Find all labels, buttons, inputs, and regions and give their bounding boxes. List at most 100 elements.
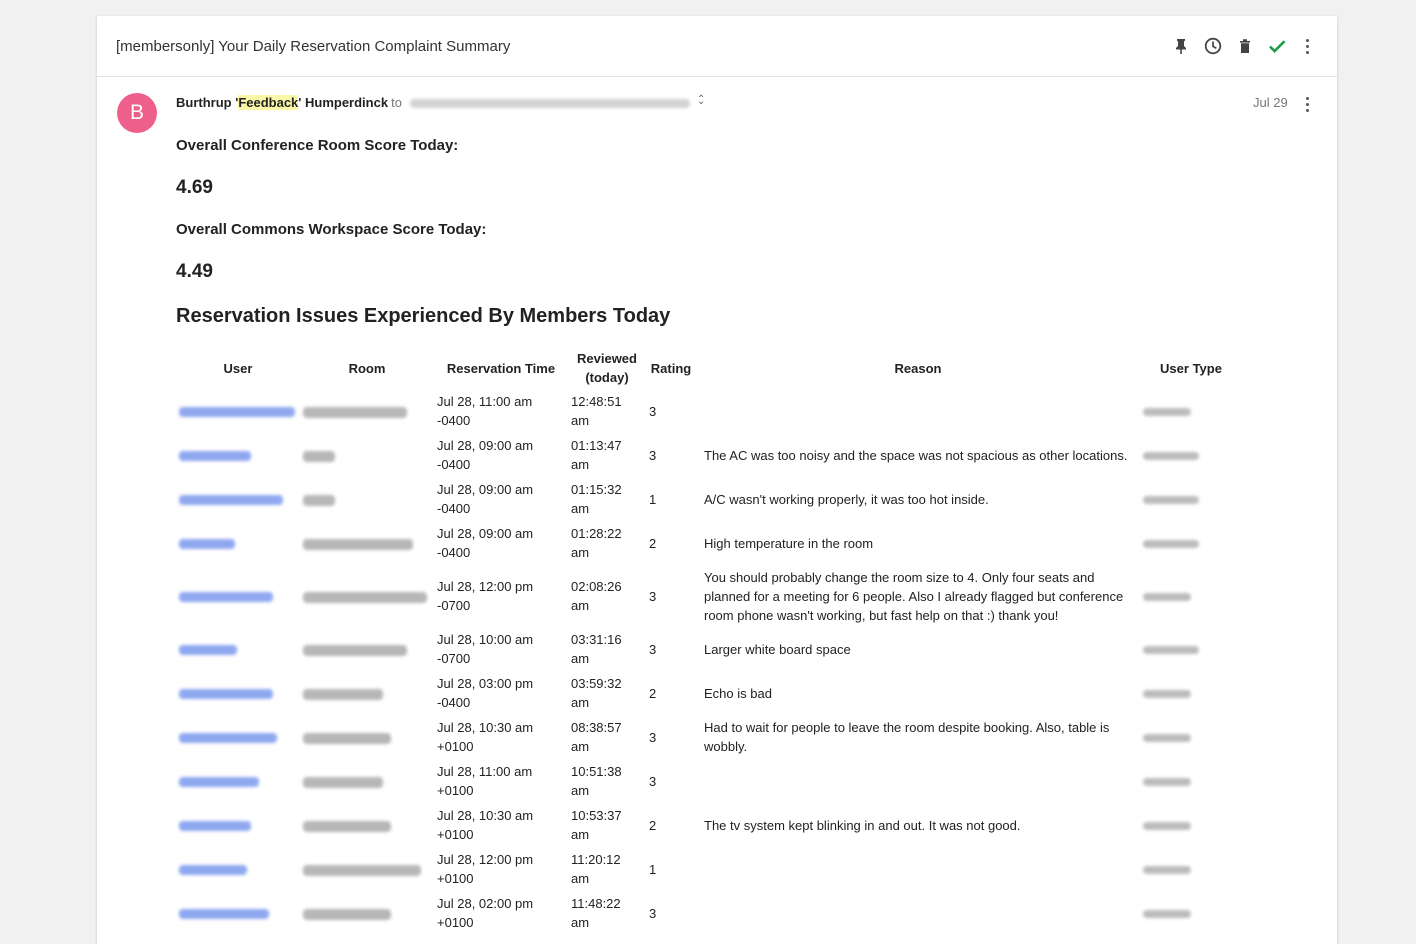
user-name-redacted	[179, 821, 251, 832]
user-link[interactable]	[176, 715, 300, 759]
user-link[interactable]	[176, 433, 300, 477]
user-type-redacted	[1143, 866, 1191, 875]
reviewed-time-cell: 01:15:32 am	[571, 482, 622, 516]
room-cell	[300, 477, 434, 521]
reservation-time-cell: Jul 28, 12:00 pm +0100	[437, 852, 534, 886]
more-vert-icon[interactable]	[1298, 36, 1318, 56]
check-icon[interactable]	[1267, 36, 1287, 56]
room-cell	[300, 847, 434, 891]
room-name-redacted	[303, 688, 383, 700]
reason-cell: You should probably change the room size…	[704, 569, 1124, 623]
user-type-redacted	[1143, 778, 1191, 787]
rating-cell: 1	[649, 491, 657, 507]
reason-cell	[696, 759, 1140, 803]
table-row: Jul 28, 12:00 pm +0100 11:20:12 am 1	[176, 847, 1242, 891]
room-cell	[300, 389, 434, 433]
room-name-redacted	[303, 450, 335, 462]
user-name-redacted	[179, 539, 235, 550]
reservation-time-cell: Jul 28, 09:00 am -0400	[437, 526, 534, 560]
col-header-user: User	[223, 360, 253, 376]
reason-cell: High temperature in the room	[704, 535, 874, 551]
clock-icon[interactable]	[1203, 36, 1223, 56]
user-link[interactable]	[176, 565, 300, 627]
email-card: [membersonly] Your Daily Reservation Com…	[97, 16, 1337, 944]
user-link[interactable]	[176, 803, 300, 847]
user-type-cell	[1140, 521, 1242, 565]
user-link[interactable]	[176, 891, 300, 935]
reservation-time-cell: Jul 28, 02:00 pm +0100	[437, 896, 534, 930]
user-type-cell	[1140, 627, 1242, 671]
reviewed-time-cell: 03:31:16 am	[571, 632, 622, 666]
table-row: Jul 28, 09:00 am -0400 01:28:22 am 2 High tem…	[176, 521, 1242, 565]
reviewed-time-cell: 12:48:51 am	[571, 394, 622, 428]
trash-icon[interactable]	[1235, 36, 1255, 56]
rating-cell: 3	[649, 588, 657, 604]
conference-score-value: 4.69	[176, 177, 213, 198]
user-name-redacted	[179, 865, 247, 876]
user-link[interactable]	[176, 477, 300, 521]
user-link[interactable]	[176, 521, 300, 565]
reason-cell: Echo is bad	[704, 685, 772, 701]
rating-cell: 2	[649, 685, 657, 701]
user-type-redacted	[1143, 690, 1191, 699]
table-row: Jul 28, 10:30 am +0100 10:53:37 am 2 The tv s…	[176, 803, 1242, 847]
highlighted-keyword: Feedback	[238, 95, 299, 110]
rating-cell: 3	[649, 905, 657, 921]
user-link[interactable]	[176, 759, 300, 803]
user-type-cell	[1140, 803, 1242, 847]
user-type-cell	[1140, 565, 1242, 627]
conference-score-label: Overall Conference Room Score Today:	[176, 137, 459, 154]
col-header-reason: Reason	[894, 360, 942, 376]
sender-name[interactable]: Burthrup 'Feedback' Humperdinck	[176, 95, 388, 110]
room-name-redacted	[303, 406, 407, 418]
reservation-time-cell: Jul 28, 09:00 am -0400	[437, 438, 534, 472]
reservation-time-cell: Jul 28, 11:00 am -0400	[437, 394, 533, 428]
user-link[interactable]	[176, 389, 300, 433]
user-link[interactable]	[176, 627, 300, 671]
user-type-redacted	[1143, 910, 1191, 919]
room-cell	[300, 715, 434, 759]
message-more-icon[interactable]	[1298, 94, 1318, 114]
room-cell	[300, 671, 434, 715]
reason-cell	[696, 389, 1140, 433]
user-name-redacted	[179, 407, 295, 418]
reservation-time-cell: Jul 28, 09:00 am -0400	[437, 482, 534, 516]
email-date: Jul 29	[1253, 95, 1288, 110]
issues-table: User Room Reservation Time Reviewed (toda…	[176, 347, 1242, 935]
reason-cell	[696, 891, 1140, 935]
reservation-time-cell: Jul 28, 10:30 am +0100	[437, 720, 534, 754]
user-name-redacted	[179, 777, 259, 788]
user-type-cell	[1140, 389, 1242, 433]
user-name-redacted	[179, 495, 283, 506]
room-cell	[300, 521, 434, 565]
user-name-redacted	[179, 451, 251, 462]
rating-cell: 3	[649, 641, 657, 657]
user-link[interactable]	[176, 671, 300, 715]
to-label: to	[391, 95, 402, 110]
reservation-time-cell: Jul 28, 12:00 pm -0700	[437, 579, 534, 613]
reviewed-time-cell: 11:48:22 am	[571, 896, 621, 930]
room-name-redacted	[303, 591, 427, 603]
table-row: Jul 28, 03:00 pm -0400 03:59:32 am 2 Echo is …	[176, 671, 1242, 715]
reviewed-time-cell: 08:38:57 am	[571, 720, 622, 754]
rating-cell: 2	[649, 817, 657, 833]
email-subject: [membersonly] Your Daily Reservation Com…	[116, 38, 511, 55]
reviewed-time-cell: 10:53:37 am	[571, 808, 622, 842]
room-name-redacted	[303, 908, 391, 920]
rating-cell: 3	[649, 403, 657, 419]
commons-score-label: Overall Commons Workspace Score Today:	[176, 221, 487, 238]
expand-recipients-icon[interactable]: ⌃ ⌄	[697, 94, 705, 116]
email-header: [membersonly] Your Daily Reservation Com…	[97, 16, 1337, 77]
table-row: Jul 28, 11:00 am -0400 12:48:51 am 3	[176, 389, 1242, 433]
room-cell	[300, 759, 434, 803]
user-name-redacted	[179, 592, 273, 603]
user-type-redacted	[1143, 593, 1191, 602]
user-name-redacted	[179, 645, 237, 656]
user-type-redacted	[1143, 452, 1199, 461]
rating-cell: 1	[649, 861, 657, 877]
pin-icon[interactable]	[1171, 36, 1191, 56]
user-link[interactable]	[176, 847, 300, 891]
table-row: Jul 28, 09:00 am -0400 01:13:47 am 3 The AC w…	[176, 433, 1242, 477]
reason-cell: The tv system kept blinking in and out. …	[704, 817, 1021, 833]
table-row: Jul 28, 02:00 pm +0100 11:48:22 am 3	[176, 891, 1242, 935]
